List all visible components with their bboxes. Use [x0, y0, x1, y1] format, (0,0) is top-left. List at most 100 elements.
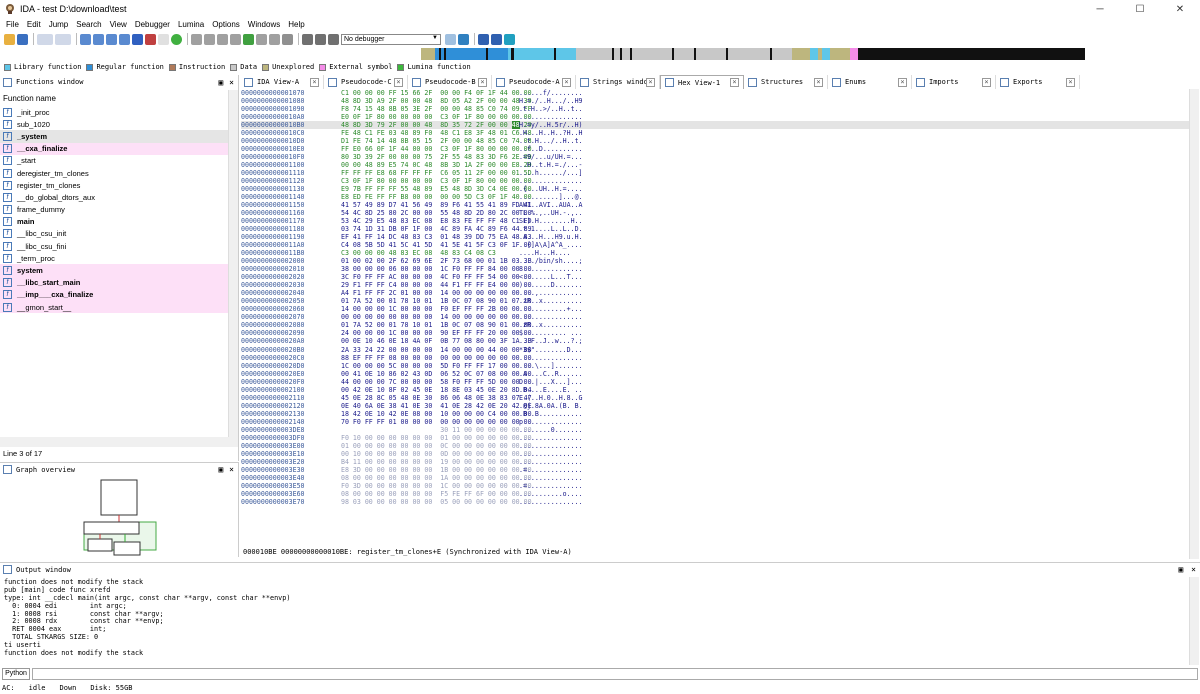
pause-icon[interactable] — [315, 33, 326, 45]
hex-row[interactable]: 00000000000020D0 1C 00 00 00 5C 00 00 00 … — [241, 362, 1189, 370]
hex-row[interactable]: 00000000000010B0 48 8D 3D 79 2F 00 00 48 … — [241, 121, 1189, 130]
hex-row[interactable]: 0000000000001160 54 4C 8D 25 80 2C 00 00 … — [241, 209, 1189, 217]
hex-view[interactable]: 0000000000001070 C1 00 00 00 FF 15 66 2F … — [241, 89, 1189, 548]
hex-row[interactable]: 00000000000020B0 2A 33 24 22 00 00 00 00 … — [241, 346, 1189, 354]
function-row[interactable]: f __libc_start_main — [0, 276, 238, 289]
binary-search-icon[interactable] — [80, 33, 91, 45]
hex-row[interactable]: 00000000000011B0 C3 00 00 00 48 83 EC 08 … — [241, 249, 1189, 257]
tab-imports[interactable]: Imports × — [912, 75, 996, 89]
jump-down-icon[interactable] — [132, 33, 143, 45]
graph-node[interactable] — [87, 538, 113, 552]
output-text[interactable]: function does not modify the stack pub [m… — [4, 578, 290, 658]
minimize-button[interactable]: ─ — [1080, 0, 1120, 18]
run-script-icon[interactable] — [171, 33, 182, 45]
hex-row[interactable]: 00000000000020E0 00 41 0E 10 86 02 43 0D … — [241, 370, 1189, 378]
hex-row[interactable]: 0000000000001170 53 4C 29 E5 48 83 EC 08 … — [241, 217, 1189, 225]
hex-row[interactable]: 0000000000003E30 E8 3D 00 00 00 00 00 00 … — [241, 466, 1189, 474]
function-row[interactable]: f _system — [0, 130, 238, 143]
graph-node[interactable] — [83, 521, 140, 535]
function-icon[interactable] — [243, 33, 254, 45]
function-name-column-header[interactable]: Function name — [3, 94, 56, 103]
hex-row[interactable]: 00000000000020F0 44 00 00 00 7C 00 00 00 … — [241, 378, 1189, 386]
hex-row[interactable]: 0000000000002020 3C F0 FF FF AC 00 00 00 … — [241, 273, 1189, 281]
close-tab-icon[interactable]: × — [310, 77, 319, 87]
string-icon[interactable] — [217, 33, 228, 45]
save-icon[interactable] — [17, 33, 28, 45]
python-command-input[interactable] — [32, 667, 1198, 680]
hex-row[interactable]: 00000000000020A0 00 0E 10 46 0E 18 4A 0F … — [241, 337, 1189, 345]
struct-icon[interactable] — [269, 33, 280, 45]
menu-jump[interactable]: Jump — [45, 20, 73, 29]
function-row[interactable]: f _init_proc — [0, 106, 238, 118]
hex-row[interactable]: 0000000000001100 00 00 48 89 E5 74 0C 48 … — [241, 161, 1189, 169]
hex-row[interactable]: 0000000000001120 C3 0F 1F 80 00 00 00 00 … — [241, 177, 1189, 185]
tab-pseudocode-a[interactable]: Pseudocode-A × — [492, 75, 576, 89]
hex-row[interactable]: 0000000000001150 41 57 49 89 D7 41 56 49 … — [241, 201, 1189, 209]
next-search-icon[interactable] — [119, 33, 130, 45]
tab-strings-window[interactable]: Strings window× — [576, 75, 660, 89]
hex-row[interactable]: 0000000000003E20 B4 11 00 00 00 00 00 00 … — [241, 458, 1189, 466]
menu-file[interactable]: File — [2, 20, 23, 29]
hex-row[interactable]: 0000000000002090 24 00 00 00 1C 00 00 00 … — [241, 329, 1189, 337]
menu-lumina[interactable]: Lumina — [174, 20, 208, 29]
hex-row[interactable]: 0000000000003E50 F0 3D 00 00 00 00 00 00 … — [241, 482, 1189, 490]
step-icon[interactable] — [458, 33, 469, 45]
close-tab-icon[interactable]: × — [478, 77, 487, 87]
close-tab-icon[interactable]: × — [730, 78, 739, 87]
code-icon[interactable] — [191, 33, 202, 45]
hex-row[interactable]: 0000000000001070 C1 00 00 00 FF 15 66 2F … — [241, 89, 1189, 97]
close-button[interactable]: ✕ — [1160, 0, 1200, 18]
tab-pseudocode-c[interactable]: Pseudocode-C × — [324, 75, 408, 89]
text-search-icon[interactable] — [93, 33, 104, 45]
close-tab-icon[interactable]: × — [394, 77, 403, 87]
hex-row[interactable]: 0000000000002060 14 00 00 00 1C 00 00 00 … — [241, 305, 1189, 313]
hex-row[interactable]: 0000000000003DE8 30 11 00 00 00 00 00 00… — [241, 426, 1189, 434]
hex-row[interactable]: 0000000000001110 FF FF FF E8 68 FF FF FF … — [241, 169, 1189, 177]
undefine-icon[interactable] — [256, 33, 267, 45]
hex-row[interactable]: 0000000000002100 00 42 0E 10 8F 02 45 0E … — [241, 386, 1189, 394]
forward-icon[interactable] — [55, 33, 71, 45]
function-row[interactable]: f register_tm_clones — [0, 179, 238, 191]
data-icon[interactable] — [204, 33, 215, 45]
float-icon[interactable]: ▣ — [1178, 565, 1183, 574]
close-icon[interactable]: × — [229, 78, 234, 87]
hex-row[interactable]: 0000000000002030 29 F1 FF FF C4 00 00 00 … — [241, 281, 1189, 289]
tab-pseudocode-b[interactable]: Pseudocode-B × — [408, 75, 492, 89]
hex-row[interactable]: 0000000000003E10 00 10 00 00 00 00 00 00 … — [241, 450, 1189, 458]
hex-row[interactable]: 00000000000010F0 80 3D 39 2F 00 00 00 75 … — [241, 153, 1189, 161]
open-icon[interactable] — [4, 33, 15, 45]
functions-scrollbar[interactable] — [228, 90, 238, 445]
hex-row[interactable]: 0000000000001140 E8 ED FE FF FF B8 00 00 … — [241, 193, 1189, 201]
close-tab-icon[interactable]: × — [898, 77, 907, 87]
immediate-search-icon[interactable] — [106, 33, 117, 45]
hex-row[interactable]: 0000000000002000 01 00 02 00 2F 62 69 6E … — [241, 257, 1189, 265]
maximize-button[interactable]: ☐ — [1120, 0, 1160, 18]
hex-row[interactable]: 0000000000001190 EF 41 FF 14 DC 48 83 C3 … — [241, 233, 1189, 241]
tab-structures[interactable]: Structures × — [744, 75, 828, 89]
float-icon[interactable]: ▣ — [218, 78, 223, 87]
hex-row[interactable]: 0000000000003E70 98 03 00 00 00 00 00 00 … — [241, 498, 1189, 506]
array-icon[interactable] — [230, 33, 241, 45]
back-icon[interactable] — [37, 33, 53, 45]
hex-row[interactable]: 0000000000002050 01 7A 52 00 01 78 10 01 … — [241, 297, 1189, 305]
function-row[interactable]: f _start — [0, 155, 238, 167]
float-icon[interactable]: ▣ — [218, 465, 223, 474]
graph-icon[interactable] — [478, 33, 489, 45]
hex-row[interactable]: 0000000000002140 70 F0 FF FF 01 00 00 00 … — [241, 418, 1189, 426]
image-icon[interactable] — [158, 33, 169, 45]
graph-node[interactable] — [113, 541, 141, 556]
output-scrollbar[interactable] — [1189, 577, 1199, 665]
hex-row[interactable]: 00000000000011A0 C4 08 5B 5D 41 5C 41 5D … — [241, 241, 1189, 249]
python-language-button[interactable]: Python — [2, 667, 30, 680]
cancel-icon[interactable] — [282, 33, 293, 45]
function-row[interactable]: f __libc_csu_fini — [0, 240, 238, 252]
hex-row[interactable]: 0000000000002070 00 00 00 00 00 00 00 00 … — [241, 313, 1189, 321]
graph-node[interactable] — [100, 479, 138, 516]
hex-row[interactable]: 00000000000010A0 E0 0F 1F 80 00 00 00 00 … — [241, 113, 1189, 121]
function-row[interactable]: f deregister_tm_clones — [0, 167, 238, 179]
function-row[interactable]: f main — [0, 216, 238, 228]
menu-edit[interactable]: Edit — [23, 20, 45, 29]
function-row[interactable]: f __imp___cxa_finalize — [0, 288, 238, 301]
menu-search[interactable]: Search — [72, 20, 105, 29]
close-tab-icon[interactable]: × — [814, 77, 823, 87]
